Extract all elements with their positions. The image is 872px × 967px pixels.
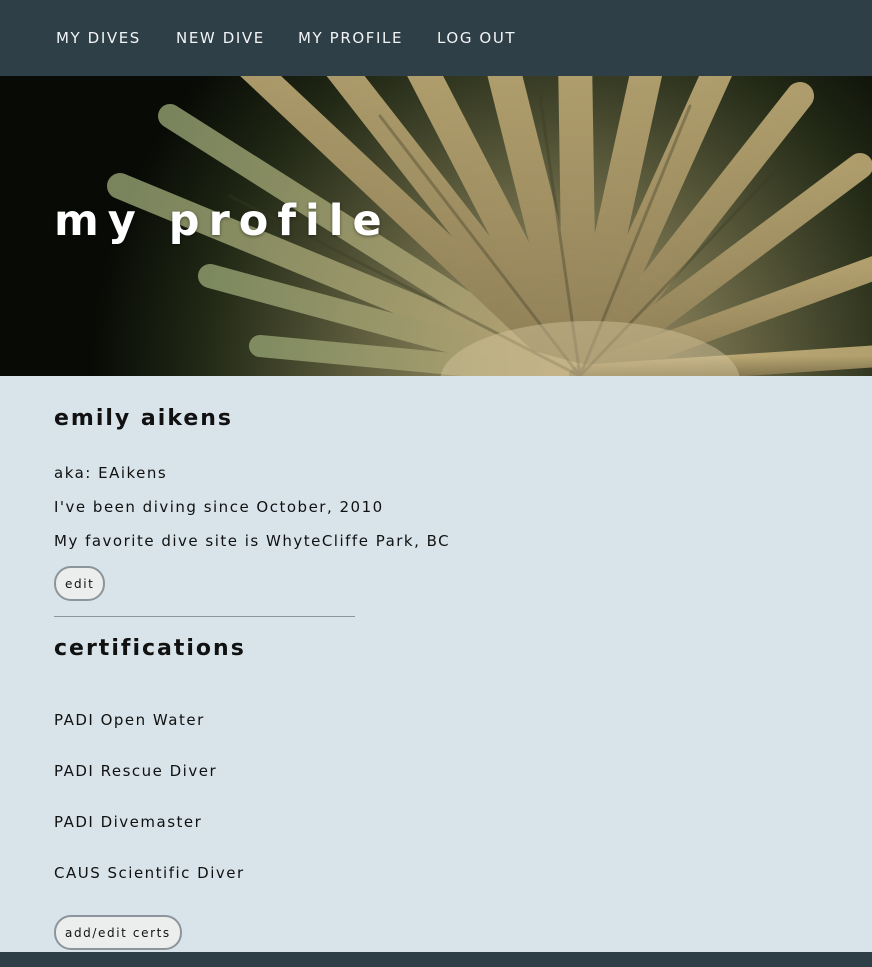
top-navigation: MY DIVES NEW DIVE MY PROFILE LOG OUT xyxy=(0,0,872,76)
profile-name: emily aikens xyxy=(54,406,234,431)
nav-link-log-out[interactable]: LOG OUT xyxy=(437,29,516,47)
add-edit-certs-button[interactable]: add/edit certs xyxy=(54,915,182,950)
cert-item: PADI Open Water xyxy=(54,711,205,729)
nav-link-my-profile[interactable]: MY PROFILE xyxy=(298,29,403,47)
cert-item: PADI Rescue Diver xyxy=(54,762,218,780)
hero-banner: my profile xyxy=(0,76,872,376)
cert-item: PADI Divemaster xyxy=(54,813,203,831)
nav-link-my-dives[interactable]: MY DIVES xyxy=(56,29,141,47)
profile-favorite-site: My favorite dive site is WhyteCliffe Par… xyxy=(54,532,451,550)
page-title: my profile xyxy=(54,196,391,246)
profile-diving-since: I've been diving since October, 2010 xyxy=(54,498,384,516)
cert-item: CAUS Scientific Diver xyxy=(54,864,245,882)
section-divider xyxy=(54,616,355,617)
nav-link-new-dive[interactable]: NEW DIVE xyxy=(176,29,265,47)
certifications-heading: certifications xyxy=(54,636,246,661)
profile-aka: aka: EAikens xyxy=(54,464,168,482)
footer-bar xyxy=(0,952,872,967)
edit-profile-button[interactable]: edit xyxy=(54,566,106,601)
